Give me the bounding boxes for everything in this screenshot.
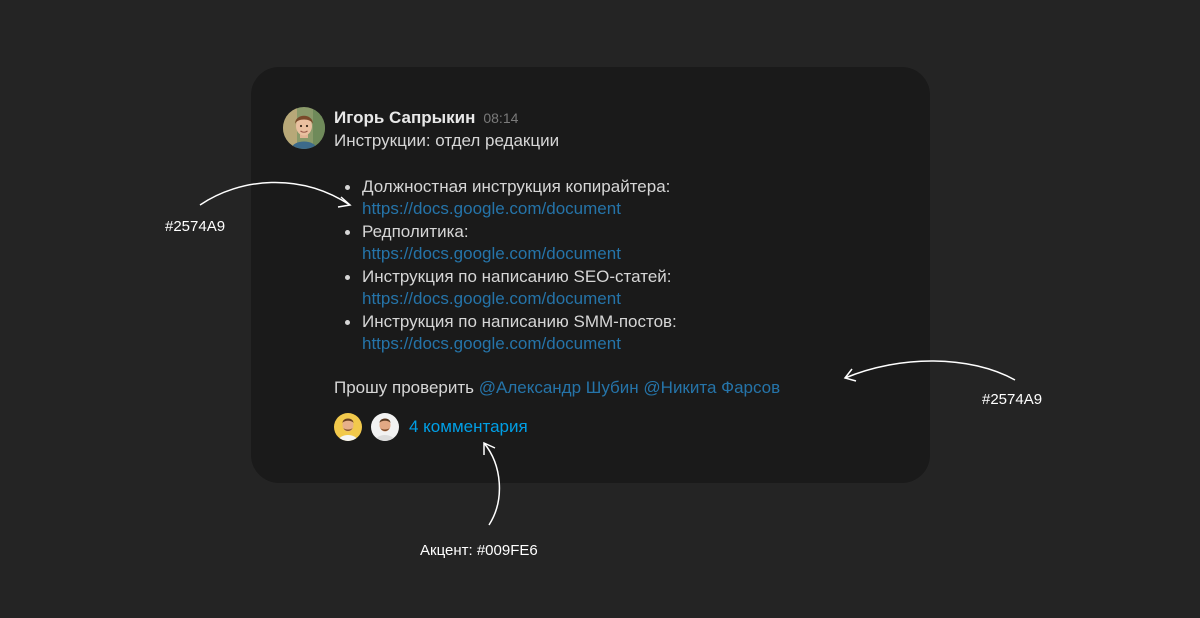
arrow-link-color (199, 181, 351, 206)
arrow-accent (483, 442, 501, 526)
annotation-mention-color: #2574A9 (982, 391, 1043, 408)
annotation-link-color: #2574A9 (165, 218, 226, 235)
annotation-arrows (199, 181, 1016, 526)
annotation-accent: Акцент: #009FE6 (420, 542, 538, 559)
arrow-mention-color (844, 360, 1016, 381)
